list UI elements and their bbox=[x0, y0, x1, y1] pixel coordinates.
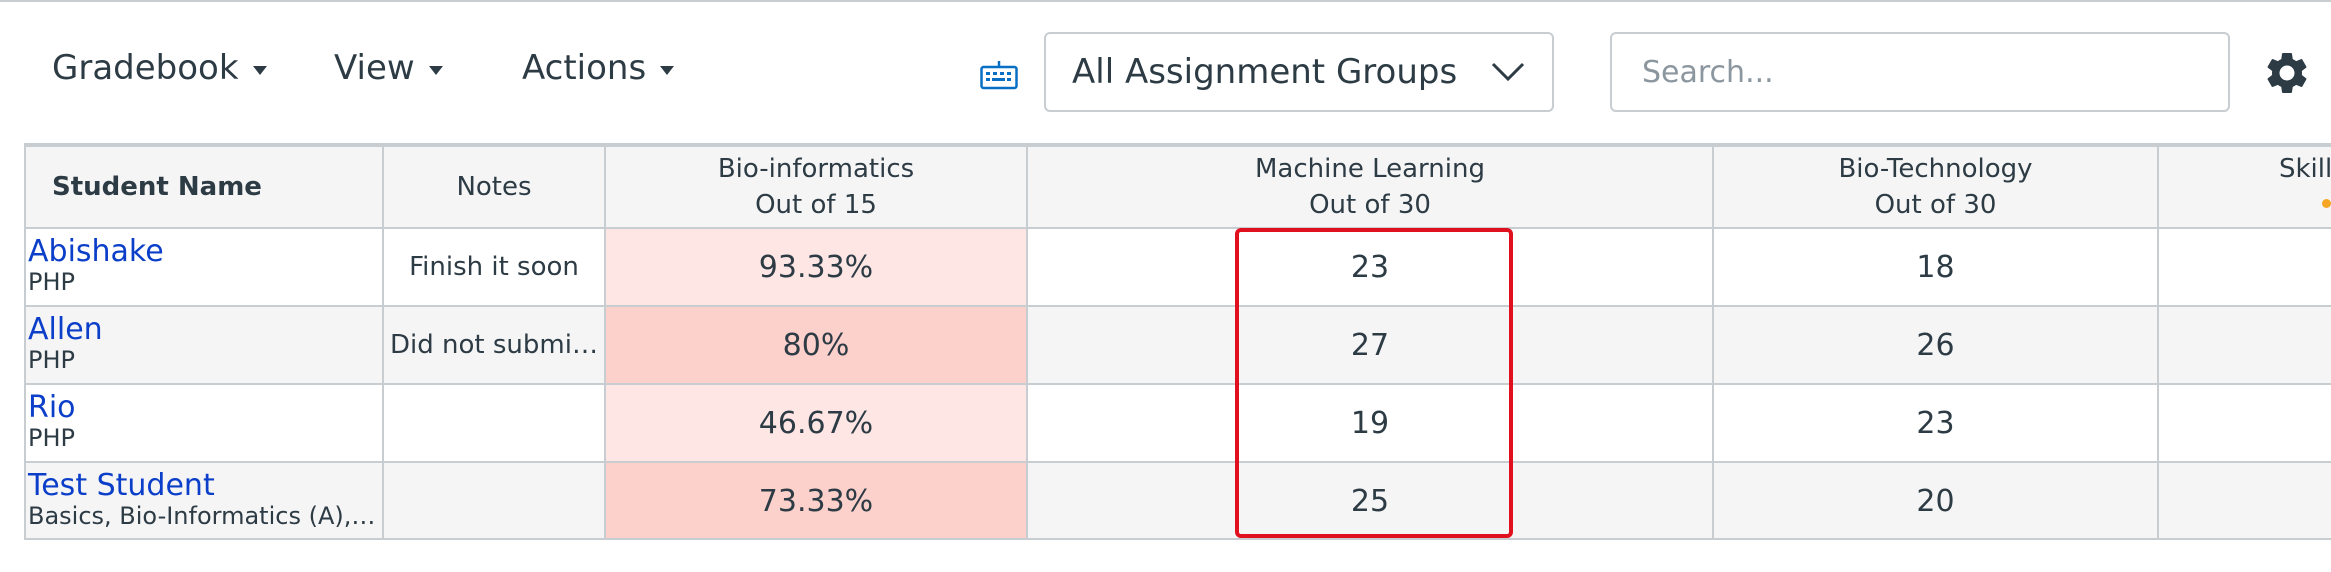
bio-informatics-grade-cell[interactable]: 93.33% bbox=[604, 227, 1028, 307]
gradebook-toolbar: Gradebook View Actions All Assignment Gr… bbox=[0, 2, 2331, 142]
bio-informatics-grade-cell[interactable]: 46.67% bbox=[604, 383, 1028, 463]
notes-cell[interactable] bbox=[382, 383, 606, 463]
student-cell: Test Student Basics, Bio-Informatics (A)… bbox=[24, 461, 384, 538]
student-name-link[interactable]: Rio bbox=[28, 393, 381, 423]
skill-grade-cell[interactable] bbox=[2157, 227, 2331, 307]
actions-menu[interactable]: Actions bbox=[522, 48, 675, 88]
assignment-name: Machine Learning bbox=[1255, 154, 1485, 184]
header-row: Student Name Notes Bio-informatics Out o… bbox=[24, 145, 2331, 229]
notes-header[interactable]: Notes bbox=[382, 145, 606, 229]
bio-technology-grade-cell[interactable]: 18 bbox=[1712, 227, 2159, 307]
student-name-link[interactable]: Allen bbox=[28, 315, 381, 345]
assignment-name: Skill bbox=[2279, 154, 2331, 184]
gradebook-menu-label: Gradebook bbox=[52, 48, 239, 88]
machine-learning-grade-cell[interactable]: 25 bbox=[1026, 461, 1714, 538]
gradebook-table: Student Name Notes Bio-informatics Out o… bbox=[24, 145, 2331, 538]
assignment-points: Out of 30 bbox=[1309, 190, 1431, 220]
caret-down-icon bbox=[660, 65, 675, 75]
skill-header[interactable]: Skill bbox=[2157, 145, 2331, 229]
table-row: Rio PHP 46.67% 19 23 bbox=[24, 383, 2331, 463]
view-menu[interactable]: View bbox=[334, 48, 443, 88]
caret-down-icon bbox=[252, 65, 267, 75]
caret-down-icon bbox=[428, 65, 443, 75]
bio-informatics-grade-cell[interactable]: 80% bbox=[604, 305, 1028, 385]
table-row: Abishake PHP Finish it soon 93.33% 23 18 bbox=[24, 227, 2331, 307]
gear-icon[interactable] bbox=[2262, 48, 2312, 98]
assignment-points: Out of 30 bbox=[1874, 190, 1997, 220]
view-menu-label: View bbox=[334, 48, 415, 88]
search-input[interactable] bbox=[1610, 32, 2230, 112]
student-sections: PHP bbox=[28, 346, 75, 374]
student-cell: Abishake PHP bbox=[24, 227, 384, 307]
gradebook-menu[interactable]: Gradebook bbox=[52, 48, 267, 88]
student-name-link[interactable]: Test Student bbox=[28, 471, 381, 501]
assignment-name: Bio-Technology bbox=[1838, 154, 2033, 184]
student-sections: PHP bbox=[28, 424, 75, 452]
actions-menu-label: Actions bbox=[522, 48, 647, 88]
notes-cell[interactable]: Finish it soon bbox=[382, 227, 606, 307]
bio-technology-grade-cell[interactable]: 20 bbox=[1712, 461, 2159, 538]
machine-learning-grade-cell[interactable]: 27 bbox=[1026, 305, 1714, 385]
skill-grade-cell[interactable] bbox=[2157, 461, 2331, 538]
student-cell: Rio PHP bbox=[24, 383, 384, 463]
assignment-name: Bio-informatics bbox=[717, 154, 915, 184]
student-sections: Basics, Bio-Informatics (A), B… bbox=[28, 502, 378, 530]
status-indicator-dot bbox=[2322, 199, 2331, 208]
student-cell: Allen PHP bbox=[24, 305, 384, 385]
gradebook-grid: Student Name Notes Bio-informatics Out o… bbox=[24, 143, 2331, 540]
notes-cell[interactable]: Did not submit a… bbox=[382, 305, 606, 385]
bio-informatics-grade-cell[interactable]: 73.33% bbox=[604, 461, 1028, 538]
machine-learning-grade-cell[interactable]: 19 bbox=[1026, 383, 1714, 463]
bio-technology-grade-cell[interactable]: 23 bbox=[1712, 383, 2159, 463]
bio-technology-header[interactable]: Bio-Technology Out of 30 bbox=[1712, 145, 2159, 229]
skill-grade-cell[interactable] bbox=[2157, 383, 2331, 463]
table-row: Test Student Basics, Bio-Informatics (A)… bbox=[24, 461, 2331, 538]
student-name-header[interactable]: Student Name bbox=[24, 145, 384, 229]
keyboard-icon[interactable] bbox=[980, 60, 1018, 90]
assignment-group-select[interactable]: All Assignment Groups bbox=[1044, 32, 1554, 112]
machine-learning-grade-cell[interactable]: 23 bbox=[1026, 227, 1714, 307]
machine-learning-header[interactable]: Machine Learning Out of 30 bbox=[1026, 145, 1714, 229]
notes-cell[interactable] bbox=[382, 461, 606, 538]
notes-header-label: Notes bbox=[456, 172, 532, 202]
assignment-group-select-value: All Assignment Groups bbox=[1072, 52, 1458, 92]
bio-technology-grade-cell[interactable]: 26 bbox=[1712, 305, 2159, 385]
assignment-points: Out of 15 bbox=[755, 190, 877, 220]
chevron-down-icon bbox=[1491, 62, 1525, 82]
bio-informatics-header[interactable]: Bio-informatics Out of 15 bbox=[604, 145, 1028, 229]
table-row: Allen PHP Did not submit a… 80% 27 26 bbox=[24, 305, 2331, 385]
student-name-link[interactable]: Abishake bbox=[28, 237, 381, 267]
skill-grade-cell[interactable] bbox=[2157, 305, 2331, 385]
student-name-header-label: Student Name bbox=[52, 172, 262, 202]
student-sections: PHP bbox=[28, 268, 75, 296]
